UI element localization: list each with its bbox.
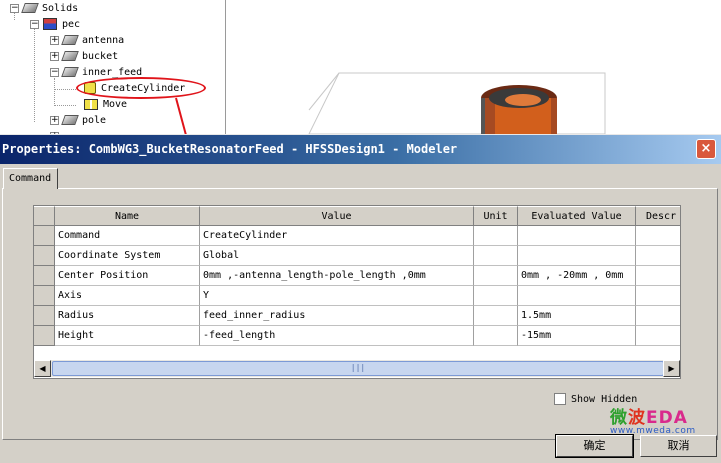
properties-dialog: Properties: CombWG3_BucketResonatorFeed … xyxy=(0,134,721,463)
table-cell-name: Command xyxy=(55,226,200,246)
table-cell-value[interactable]: 0mm ,-antenna_length-pole_length ,0mm xyxy=(200,266,474,286)
tree-node-label: Move xyxy=(103,98,128,110)
table-cell-unit[interactable] xyxy=(474,266,518,286)
tree-node-label: pole xyxy=(82,114,107,126)
wireframe-box-drawing xyxy=(308,72,606,135)
column-header-name[interactable]: Name xyxy=(55,206,200,226)
solids-folder-icon xyxy=(21,3,39,13)
collapse-icon[interactable]: − xyxy=(10,3,19,13)
row-header[interactable] xyxy=(34,326,55,346)
highlight-ellipse xyxy=(76,77,206,99)
expand-icon[interactable]: + xyxy=(50,35,59,45)
tree-node-bucket[interactable]: + bucket xyxy=(50,48,118,64)
modeler-3d-viewport[interactable] xyxy=(227,0,721,135)
tree-node-pec[interactable]: − pec xyxy=(30,16,80,32)
scroll-left-button[interactable]: ◀ xyxy=(34,360,51,377)
table-cell-unit[interactable] xyxy=(474,306,518,326)
table-cell-value[interactable]: Global xyxy=(200,246,474,266)
pec-material-icon xyxy=(43,18,57,30)
column-header-value[interactable]: Value xyxy=(200,206,474,226)
table-cell-description[interactable] xyxy=(636,326,680,346)
column-header-description[interactable]: Descr xyxy=(636,206,680,226)
table-cell-value[interactable]: -feed_length xyxy=(200,326,474,346)
table-cell-description[interactable] xyxy=(636,306,680,326)
checkbox-box[interactable] xyxy=(554,393,566,405)
table-cell-unit[interactable] xyxy=(474,246,518,266)
table-cell-value[interactable]: Y xyxy=(200,286,474,306)
table-cell-name: Axis xyxy=(55,286,200,306)
horizontal-scrollbar[interactable]: ◀ ||| ▶ xyxy=(34,360,680,377)
dialog-titlebar[interactable]: Properties: CombWG3_BucketResonatorFeed … xyxy=(0,135,721,164)
cancel-button[interactable]: 取消 xyxy=(640,435,717,457)
table-cell-unit[interactable] xyxy=(474,226,518,246)
cylinder-model-icon xyxy=(481,85,557,134)
watermark-char: 波 xyxy=(628,408,646,428)
tree-node-label: bucket xyxy=(82,50,119,62)
row-header-corner xyxy=(34,206,55,226)
tree-node-antenna[interactable]: + antenna xyxy=(50,32,124,48)
solid-object-icon xyxy=(61,35,79,45)
close-button[interactable]: × xyxy=(696,139,716,159)
watermark-eda: EDA xyxy=(646,408,688,428)
tree-node-solids[interactable]: − Solids xyxy=(10,0,78,16)
tab-command[interactable]: Command xyxy=(3,168,58,189)
column-header-evaluated-value[interactable]: Evaluated Value xyxy=(518,206,636,226)
table-cell-evaluated: -15mm xyxy=(518,326,636,346)
row-header[interactable] xyxy=(34,286,55,306)
table-cell-name: Height xyxy=(55,326,200,346)
collapse-icon[interactable]: − xyxy=(30,19,39,29)
table-cell-evaluated: 0mm , -20mm , 0mm xyxy=(518,266,636,286)
row-header[interactable] xyxy=(34,226,55,246)
tree-node-label: antenna xyxy=(82,34,125,46)
row-header[interactable] xyxy=(34,306,55,326)
table-cell-evaluated xyxy=(518,226,636,246)
table-cell-name: Radius xyxy=(55,306,200,326)
solid-object-icon xyxy=(61,115,79,125)
table-cell-description[interactable] xyxy=(636,286,680,306)
table-cell-evaluated xyxy=(518,246,636,266)
property-grid: Name Value Unit Evaluated Value Descr Co… xyxy=(33,205,681,379)
table-cell-name: Center Position xyxy=(55,266,200,286)
dialog-title: Properties: CombWG3_BucketResonatorFeed … xyxy=(2,142,458,156)
scroll-right-button[interactable]: ▶ xyxy=(663,360,680,377)
column-header-unit[interactable]: Unit xyxy=(474,206,518,226)
model-tree[interactable]: − Solids − pec + antenna + bucket − inne… xyxy=(0,0,226,134)
ok-button[interactable]: 确定 xyxy=(555,434,634,458)
table-cell-evaluated: 1.5mm xyxy=(518,306,636,326)
scrollbar-thumb[interactable]: ||| xyxy=(52,361,664,376)
tree-node-label: pec xyxy=(62,18,81,30)
solid-object-icon xyxy=(61,51,79,61)
table-cell-description[interactable] xyxy=(636,246,680,266)
mweda-watermark-logo: 微波EDA www.mweda.com xyxy=(610,403,696,436)
tree-node-label: Solids xyxy=(42,2,79,14)
table-cell-value[interactable]: CreateCylinder xyxy=(200,226,474,246)
row-header[interactable] xyxy=(34,266,55,286)
expand-icon[interactable]: + xyxy=(50,51,59,61)
table-cell-description[interactable] xyxy=(636,226,680,246)
table-cell-unit[interactable] xyxy=(474,286,518,306)
expand-icon[interactable]: + xyxy=(50,115,59,125)
table-cell-evaluated xyxy=(518,286,636,306)
tree-node-label: inner_feed xyxy=(82,66,143,78)
move-command-icon xyxy=(84,98,98,110)
row-header[interactable] xyxy=(34,246,55,266)
table-cell-description[interactable] xyxy=(636,266,680,286)
table-cell-name: Coordinate System xyxy=(55,246,200,266)
solid-object-icon xyxy=(61,67,79,77)
watermark-char: 微 xyxy=(610,408,628,428)
tree-node-pole[interactable]: + pole xyxy=(50,112,106,128)
table-cell-value[interactable]: feed_inner_radius xyxy=(200,306,474,326)
table-cell-unit[interactable] xyxy=(474,326,518,346)
collapse-icon[interactable]: − xyxy=(50,67,59,77)
